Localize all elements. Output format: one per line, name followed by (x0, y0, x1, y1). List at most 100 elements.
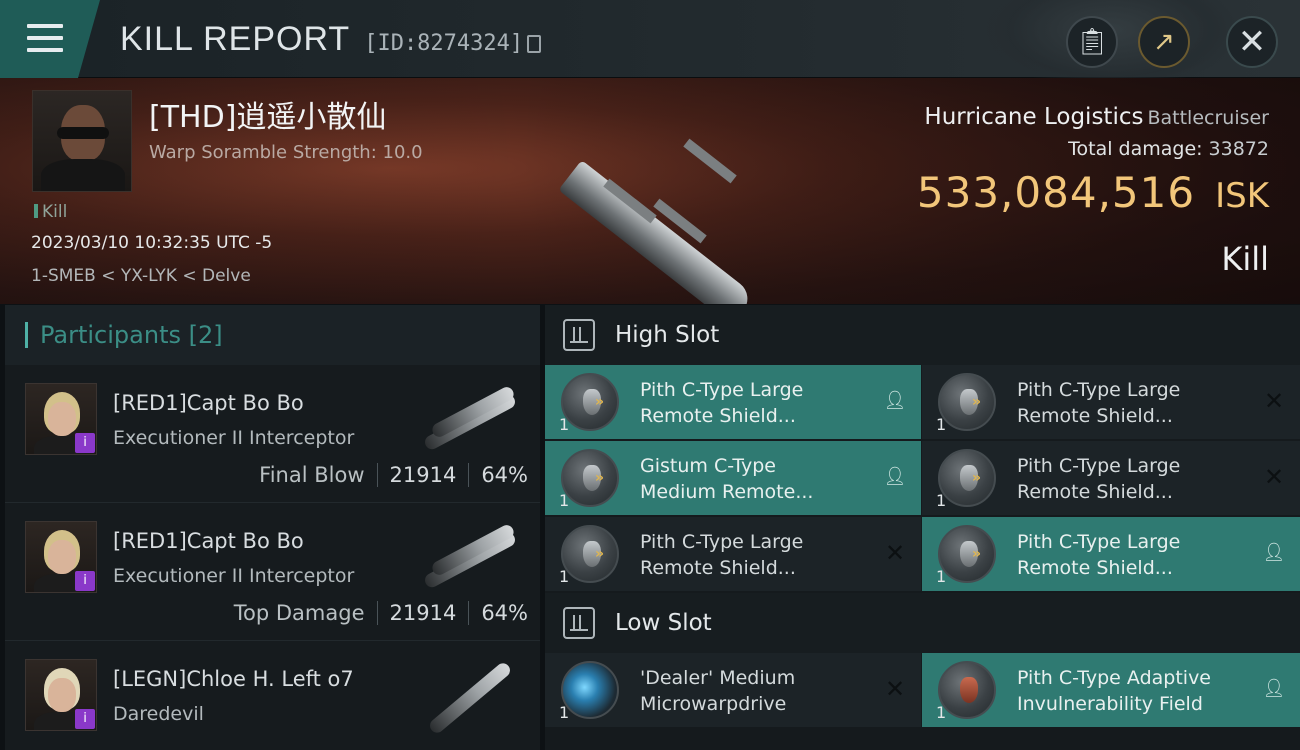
module-item[interactable]: » 1 Pith C-Type Large Remote Shield... 👤︎ (922, 517, 1300, 591)
low-slot-grid: 1 'Dealer' Medium Microwarpdrive ✕ 1 Pith… (545, 653, 1300, 729)
participants-header: Participants [2] (5, 305, 540, 365)
module-item[interactable]: 1 'Dealer' Medium Microwarpdrive ✕ (545, 653, 921, 727)
module-name: Pith C-Type Large Remote Shield... (1017, 531, 1181, 579)
participant-damage: 21914 (389, 463, 457, 487)
total-damage: Total damage: 33872 (1068, 138, 1269, 160)
participant-name: [RED1]Capt Bo Bo (113, 391, 304, 415)
module-quantity: 1 (559, 703, 570, 722)
kill-datetime: 2023/03/10 10:32:35 UTC -5 (31, 233, 273, 253)
shield-module-icon (561, 525, 619, 583)
participant-row[interactable]: i [LEGN]Chloe H. Left o7 Daredevil (5, 641, 540, 750)
person-badge-icon: i (75, 709, 95, 729)
destroyed-x-icon: ✕ (1263, 463, 1285, 491)
hamburger-icon[interactable] (27, 24, 63, 52)
participant-ship-image (410, 513, 530, 593)
isk-amount: 533,084,516 (916, 168, 1196, 217)
title-row: KILL REPORT [ID:8274324] (120, 20, 542, 59)
low-slot-label: Low Slot (615, 610, 712, 636)
participant-name: [RED1]Capt Bo Bo (113, 529, 304, 553)
module-item[interactable]: » 1 Pith C-Type Large Remote Shield... ✕ (922, 365, 1300, 439)
copy-icon[interactable] (527, 35, 542, 53)
module-quantity: 1 (936, 415, 947, 434)
module-quantity: 1 (559, 491, 570, 510)
person-badge-icon: i (75, 433, 95, 453)
kill-location[interactable]: 1-SMEB < YX-LYK < Delve (31, 266, 251, 286)
destroyed-x-icon: ✕ (1263, 387, 1285, 415)
scramble-strength: Warp Soramble Strength: 10.0 (149, 142, 423, 163)
participant-ship-image (410, 651, 530, 736)
ship-class: Battlecruiser (1147, 107, 1269, 129)
victim-ship-image[interactable] (530, 96, 790, 304)
shield-module-icon (938, 449, 996, 507)
meta-chevron-icon: » (972, 394, 982, 410)
victim-name[interactable]: [THD]逍遥小散仙 (149, 92, 386, 136)
module-name: Pith C-Type Large Remote Shield... (640, 379, 804, 427)
participant-row[interactable]: i [RED1]Capt Bo Bo Executioner II Interc… (5, 503, 540, 641)
person-icon: 👤︎ (883, 390, 907, 411)
module-quantity: 1 (936, 703, 947, 722)
clipboard-icon: 📋︎ (1075, 27, 1109, 57)
clipboard-button[interactable]: 📋︎ (1066, 16, 1118, 68)
microwarpdrive-icon (561, 661, 619, 719)
participant-row[interactable]: i [RED1]Capt Bo Bo Executioner II Interc… (5, 365, 540, 503)
shield-module-icon (561, 373, 619, 431)
participant-damage: 21914 (389, 601, 457, 625)
module-quantity: 1 (936, 491, 947, 510)
meta-chevron-icon: » (972, 470, 982, 486)
module-name: Pith C-Type Adaptive Invulnerability Fiel… (1017, 667, 1211, 715)
report-id-text: [ID:8274324] (364, 31, 524, 56)
low-slot-icon (563, 607, 595, 639)
menu-button[interactable] (0, 0, 100, 78)
result-label: Kill (1221, 240, 1269, 278)
high-slot-icon (563, 319, 595, 351)
shield-module-icon (561, 449, 619, 507)
participant-ship-image (410, 375, 530, 455)
shield-module-icon (938, 373, 996, 431)
module-item[interactable]: » 1 Pith C-Type Large Remote Shield... ✕ (545, 517, 921, 591)
share-icon: ↗ (1153, 27, 1175, 57)
module-item[interactable]: » 1 Pith C-Type Large Remote Shield... 👤︎ (545, 365, 921, 439)
isk-unit: ISK (1215, 176, 1269, 216)
meta-chevron-icon: » (972, 546, 982, 562)
close-icon: ✕ (1237, 22, 1267, 62)
module-name: Gistum C-Type Medium Remote... (640, 455, 814, 503)
module-item[interactable]: » 1 Pith C-Type Large Remote Shield... ✕ (922, 441, 1300, 515)
fitting-panel: High Slot » 1 Pith C-Type Large Remote Sh… (545, 305, 1300, 750)
module-name: Pith C-Type Large Remote Shield... (640, 531, 804, 579)
module-item[interactable]: 1 Pith C-Type Adaptive Invulnerability Fi… (922, 653, 1300, 727)
kill-tag: Kill (34, 202, 67, 222)
module-name: Pith C-Type Large Remote Shield... (1017, 379, 1181, 427)
participant-stats: Top Damage 21914 64% (234, 601, 528, 625)
high-slot-grid: » 1 Pith C-Type Large Remote Shield... 👤︎… (545, 365, 1300, 593)
participant-percent: 64% (481, 463, 528, 487)
person-icon: 👤︎ (1262, 542, 1286, 563)
close-button[interactable]: ✕ (1226, 16, 1278, 68)
module-quantity: 1 (559, 567, 570, 586)
high-slot-label: High Slot (615, 322, 720, 348)
victim-portrait[interactable] (32, 90, 132, 192)
shield-module-icon (938, 525, 996, 583)
meta-chevron-icon: » (595, 546, 605, 562)
invulnerability-field-icon (938, 661, 996, 719)
person-badge-icon: i (75, 571, 95, 591)
module-name: 'Dealer' Medium Microwarpdrive (640, 667, 796, 715)
destroyed-x-icon: ✕ (884, 675, 906, 703)
ship-name-text: Hurricane Logistics (924, 104, 1144, 130)
module-name: Pith C-Type Large Remote Shield... (1017, 455, 1181, 503)
report-id[interactable]: [ID:8274324] (364, 31, 542, 56)
module-quantity: 1 (936, 567, 947, 586)
high-slot-header: High Slot (545, 305, 1300, 365)
person-icon: 👤︎ (1262, 678, 1286, 699)
participant-ship: Executioner II Interceptor (113, 565, 355, 587)
damage-value: 33872 (1208, 138, 1269, 160)
page-title: KILL REPORT (120, 20, 351, 58)
isk-value: 533,084,516 ISK (917, 168, 1269, 217)
module-item[interactable]: » 1 Gistum C-Type Medium Remote... 👤︎ (545, 441, 921, 515)
damage-label: Total damage: (1068, 138, 1203, 160)
participants-panel: Participants [2] i [RED1]Capt Bo Bo Exec… (5, 305, 540, 750)
destroyed-x-icon: ✕ (884, 539, 906, 567)
participant-ship: Daredevil (113, 703, 204, 725)
module-quantity: 1 (559, 415, 570, 434)
share-button[interactable]: ↗ (1138, 16, 1190, 68)
meta-chevron-icon: » (595, 394, 605, 410)
